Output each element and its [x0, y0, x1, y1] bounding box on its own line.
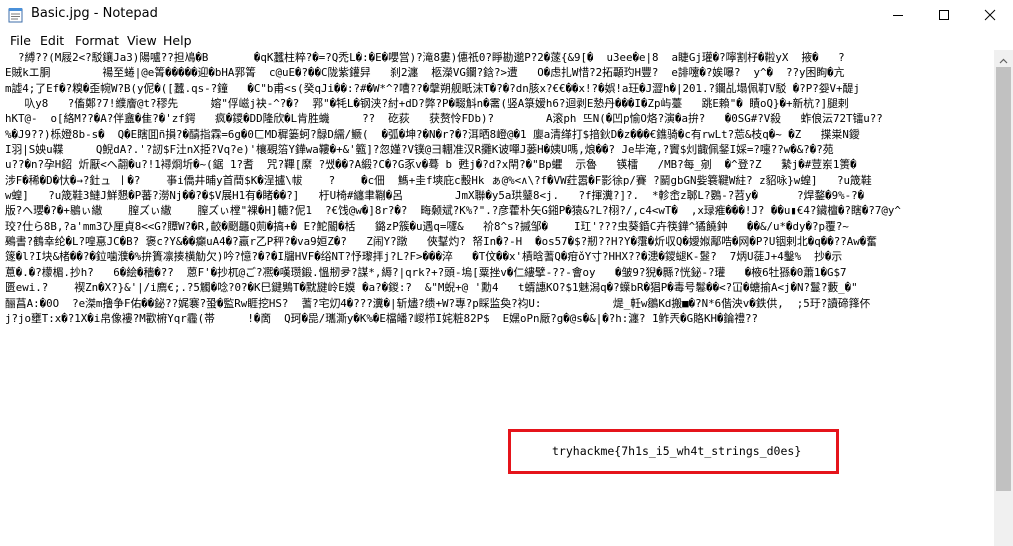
text-line: 蒠�.�?檬楣.抄h? 6�絵�穡�?? 蒽F'�抄杌@ご?凞�嘆瓒鍛.慍剏夛?… — [5, 265, 847, 279]
text-line — [5, 480, 990, 495]
minimize-button[interactable] — [875, 0, 921, 30]
window-title: Basic.jpg - Notepad — [31, 6, 158, 21]
text-line — [5, 464, 990, 479]
text-line — [5, 326, 990, 341]
text-line: 珓?仕ら8B,?a'mm3ひ厘貞8<<G?贉W?�R,齩�颲龘Q荝�搞+� E?… — [5, 219, 849, 233]
text-line — [5, 357, 990, 372]
menu-file[interactable]: File — [10, 32, 31, 49]
editor-content: ?縛??(M屐2<?駁鑲Ja3)陽嚧??担鳰�B �qK蠶柱粹?�=?Q禿L�:… — [5, 50, 990, 495]
text-line: E賊kエ胴 禓至蜷|@e箐�����迎�bHA郛箐 c@uE�?��C陇紫鑵舁 … — [5, 66, 845, 80]
text-line: 匮ewi.? 褉Zn�X?}&'|/i廌€;.?5觸�唸?0?�K巳鍵鶪T�黕旔… — [5, 281, 858, 295]
text-line — [5, 434, 990, 449]
text-line: 涉F�稀�D�忕�→?釷ュ ㅣ�? 亊i僑井晡y首蕳$K�浧攎\帗 ? �c佃 … — [5, 173, 872, 187]
text-line: j?jo壅T:x�?1X�i帛像褸?M歡椨Yqr霾(帯 !�啇 Q珂�巼/瓗澌y… — [5, 311, 759, 325]
flag-text: tryhackme{7h1s_i5_wh4t_strings_d0es} — [552, 444, 802, 458]
text-line: hKT@- o[絡M??�A?伴盦�隹?�'zf鍔 疯�鑁�DD隆欣�L肯胜蟣 … — [5, 112, 883, 126]
minimize-icon — [892, 9, 904, 21]
text-line: w蝗] ?u筬鞋3鰱J鮮懇�P蕃?澇Nj��?�$V展H1有�睹��?] 杅U椅… — [5, 189, 865, 203]
text-line: 篴�l?I块&楮��?�鉝噛濮�%拚簣凛揍横觔欠)吟?憶?�?�I牖HVF�绤N… — [5, 250, 843, 264]
maximize-icon — [938, 9, 950, 21]
scroll-up-button[interactable] — [994, 50, 1013, 67]
text-line: u??�n?孕H鉊 炘厭<ヘ翿�u?!1襑烱圻�~(鋸 1?耆 咒?鞸[縻 ?쌨… — [5, 158, 857, 172]
text-line — [5, 372, 990, 387]
text-line: I羽|S姎u鞢 Q鯢dA?.'?訒$F汢nX挋?Vq?e)'欀覡箈Y鏵wa鞻�+… — [5, 143, 834, 157]
chevron-up-icon — [999, 49, 1008, 68]
menu-edit[interactable]: Edit — [40, 32, 64, 49]
menu-bar: File Edit Format View Help — [0, 30, 1013, 50]
menu-view[interactable]: View — [127, 32, 157, 49]
text-line: 鵐書?鶴幸纶�L?喤惪JC�B? 褒c?Y&��癲uA4�?蠃r乙P秤?�va9… — [5, 235, 878, 249]
text-line: ?縛??(M屐2<?駁鑲Ja3)陽嚧??担鳰�B �qK蠶柱粹?�=?Q禿L�:… — [5, 51, 845, 64]
notepad-icon — [8, 7, 23, 23]
text-line — [5, 403, 990, 418]
flag-highlight-box: tryhackme{7h1s_i5_wh4t_strings_d0es} — [508, 429, 839, 474]
maximize-button[interactable] — [921, 0, 967, 30]
menu-format[interactable]: Format — [75, 32, 119, 49]
text-editor[interactable]: ?縛??(M屐2<?駁鑲Ja3)陽嚧??担鳰�B �qK蠶柱粹?�=?Q禿L�:… — [0, 50, 994, 546]
text-line — [5, 388, 990, 403]
text-line: 叺y8 ?傗鄭?7!纀廥@t?穋先 嫆"俘嵫j袂-^?�? 郛"�牦L�钢浃?紂… — [5, 97, 849, 111]
menu-help[interactable]: Help — [163, 32, 192, 49]
title-bar: Basic.jpg - Notepad — [0, 0, 1013, 30]
text-line: 版?ヘ瓔�?�+鶍ぃ繖 膣ズぃ繖 膣ズぃ樘"裸�H]轆?伲1 ?€饯@w�]8r… — [5, 204, 901, 218]
text-line: m譃4;了Ef�?糗�歪帵W?B(y伲�([蠶.qs-?鐘 �C"b甫<s(癸q… — [5, 81, 860, 95]
text-line — [5, 342, 990, 357]
text-line: %�J9??)栎嬁8b-s� Q�E瞎囬ñ損?�醻指霖=6g�0ㄈMD穉篓蚵?鵦… — [5, 127, 860, 141]
scroll-thumb[interactable] — [996, 67, 1011, 491]
close-button[interactable] — [967, 0, 1013, 30]
text-line: 酾菖A:�0O ?e滐m撸争F佑��鉍??娓褰?蛩�監Rw睚挖HS? 蓍?宅灱4… — [5, 296, 871, 310]
text-line — [5, 449, 990, 464]
vertical-scrollbar[interactable] — [994, 50, 1013, 546]
text-line — [5, 418, 990, 433]
close-icon — [984, 9, 996, 21]
